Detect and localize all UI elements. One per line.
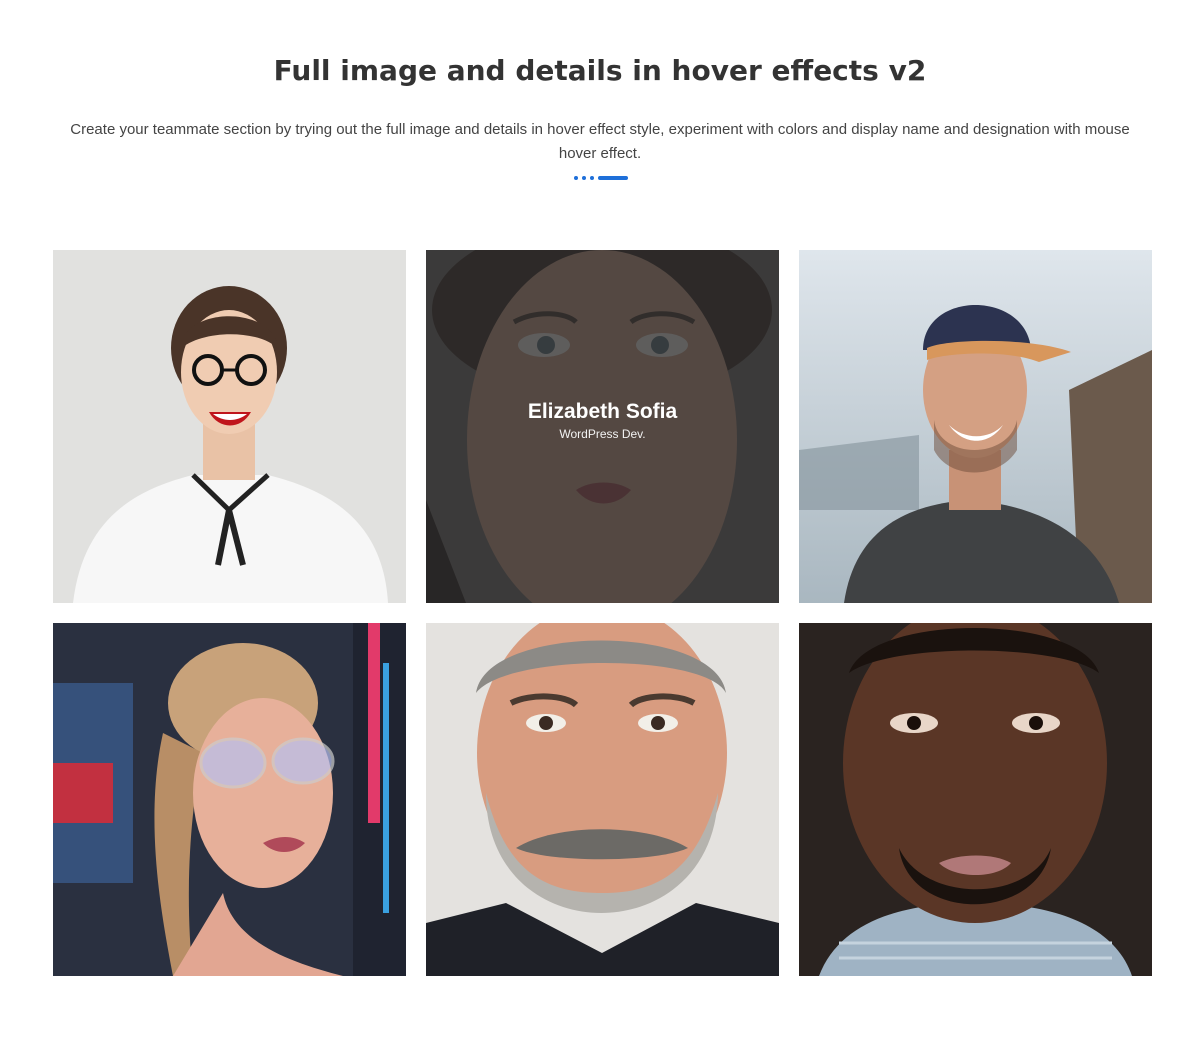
team-card[interactable] bbox=[426, 623, 779, 976]
divider-bar bbox=[598, 176, 628, 180]
card-hover-overlay: Elizabeth Sofia WordPress Dev. bbox=[426, 250, 779, 603]
woman-neon-lights-photo bbox=[53, 623, 406, 976]
team-card[interactable] bbox=[53, 250, 406, 603]
man-portrait-photo bbox=[799, 623, 1152, 976]
member-name: Elizabeth Sofia bbox=[527, 399, 678, 423]
title-divider bbox=[574, 176, 628, 180]
divider-dot bbox=[590, 176, 594, 180]
section-description: Create your teammate section by trying o… bbox=[70, 121, 1130, 162]
team-card[interactable] bbox=[53, 623, 406, 976]
team-card[interactable] bbox=[799, 250, 1152, 603]
man-with-cap-photo bbox=[799, 250, 1152, 603]
bearded-man-photo bbox=[426, 623, 779, 976]
team-card[interactable]: Elizabeth Sofia WordPress Dev. bbox=[426, 250, 779, 603]
divider-dot bbox=[582, 176, 586, 180]
woman-with-glasses-photo bbox=[53, 250, 406, 603]
divider-dot bbox=[574, 176, 578, 180]
member-role: WordPress Dev. bbox=[559, 426, 646, 441]
team-card[interactable] bbox=[799, 623, 1152, 976]
section-title: Full image and details in hover effects … bbox=[273, 54, 927, 87]
